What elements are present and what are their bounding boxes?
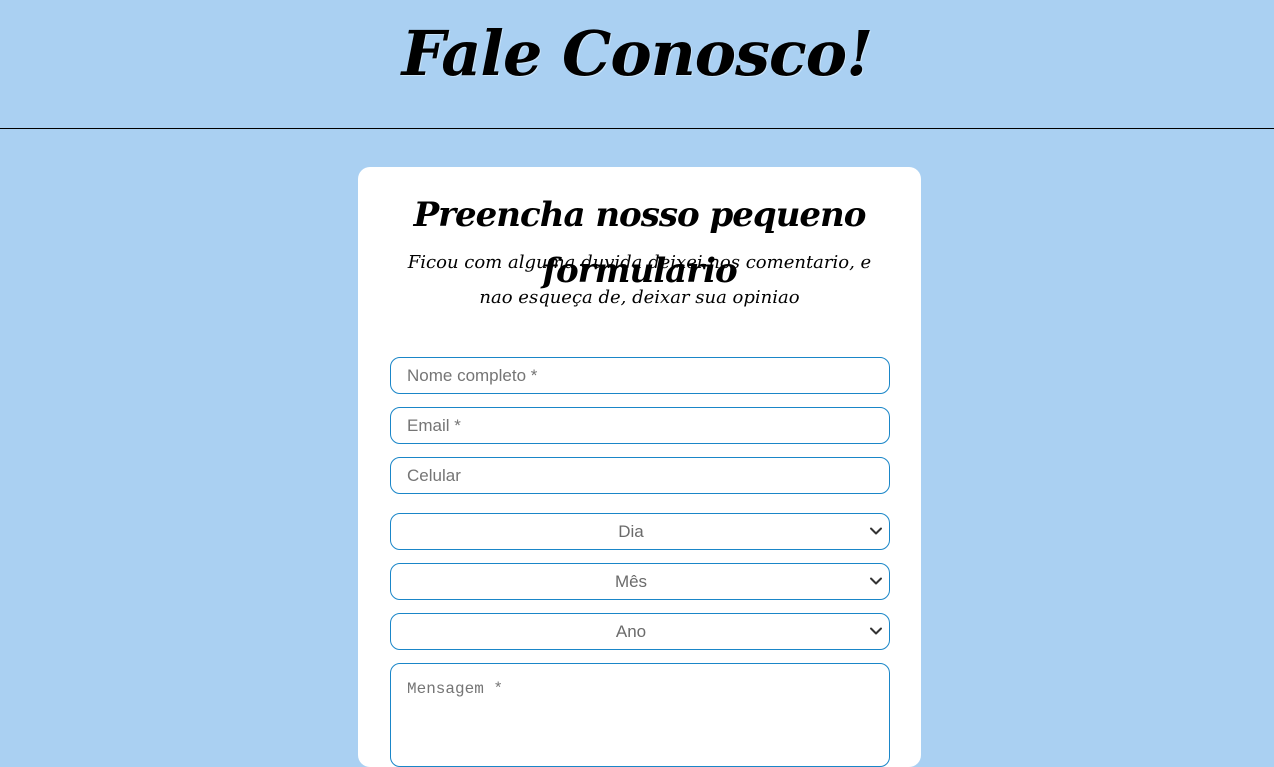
chevron-down-icon (870, 527, 882, 535)
page-title: Fale Conosco! (401, 17, 874, 90)
chevron-down-icon (870, 627, 882, 635)
full-name-input[interactable] (390, 357, 890, 394)
email-input[interactable] (390, 407, 890, 444)
day-select-value: Dia (618, 522, 644, 541)
month-select[interactable]: Mês (390, 563, 890, 600)
chevron-down-icon (870, 577, 882, 585)
day-select[interactable]: Dia (390, 513, 890, 550)
year-select[interactable]: Ano (390, 613, 890, 650)
year-select-value: Ano (615, 622, 647, 641)
contact-form-card: Preencha nosso pequeno formulario Ficou … (358, 167, 921, 767)
month-select-value: Mês (614, 572, 648, 591)
phone-input[interactable] (390, 457, 890, 494)
form-subtitle: Ficou com alguma duvida deixei nos comen… (407, 252, 872, 308)
page-header: Fale Conosco! (0, 0, 1274, 129)
message-textarea[interactable] (390, 663, 890, 767)
